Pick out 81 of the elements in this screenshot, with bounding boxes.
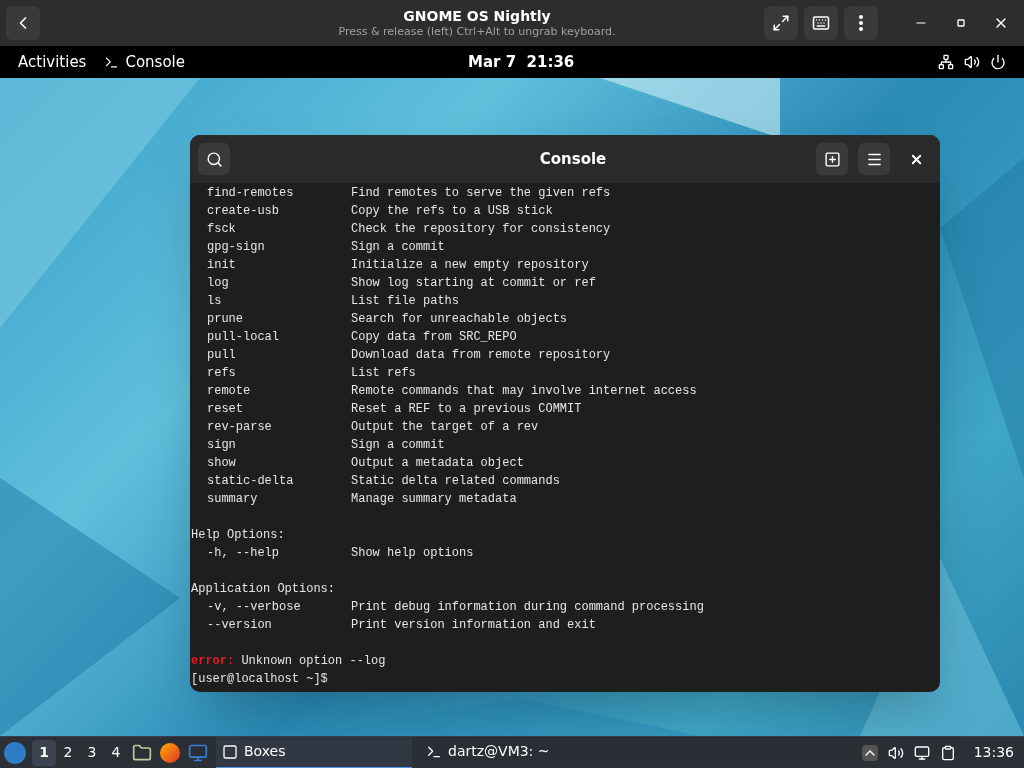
window-title: GNOME OS Nightly	[403, 7, 551, 25]
command-description: Sign a commit	[351, 239, 445, 256]
command-description: Sign a commit	[351, 437, 445, 454]
window-subtitle: Press & release (left) Ctrl+Alt to ungrab keyboard.	[338, 25, 616, 39]
monitor-icon	[188, 742, 208, 763]
command-name: ls	[207, 293, 223, 310]
command-name: pull	[207, 347, 237, 364]
workspace-button[interactable]: 2	[56, 739, 80, 766]
command-name: sign	[207, 437, 237, 454]
command-name: -h, --help	[207, 545, 280, 562]
command-name: pull-local	[207, 329, 280, 346]
command-description: Copy data from SRC_REPO	[351, 329, 517, 346]
command-name: reset	[207, 401, 244, 418]
command-description: Check the repository for consistency	[351, 221, 611, 238]
command-name: create-usb	[207, 203, 280, 220]
command-description: Manage summary metadata	[351, 491, 517, 508]
keyboard-icon	[812, 14, 830, 32]
command-name: rev-parse	[207, 419, 273, 436]
command-description: Show log starting at commit or ref	[351, 275, 596, 292]
command-name: remote	[207, 383, 252, 400]
command-description: Initialize a new empty repository	[351, 257, 589, 274]
command-name: refs	[207, 365, 237, 382]
workspace-button[interactable]: 1	[32, 739, 56, 766]
clock[interactable]: Mar 7 21:36	[468, 50, 575, 74]
search-icon	[205, 150, 223, 168]
command-name: --version	[207, 617, 273, 634]
command-description: Copy the refs to a USB stick	[351, 203, 553, 220]
command-description: Download data from remote repository	[351, 347, 611, 364]
expand-icon	[772, 14, 790, 32]
more-icon	[859, 15, 863, 31]
command-description: List refs	[351, 365, 416, 382]
command-name: find-remotes	[207, 185, 295, 202]
app-menu-label[interactable]: Console	[125, 50, 185, 74]
command-name: log	[207, 275, 230, 292]
command-description: Reset a REF to a previous COMMIT	[351, 401, 582, 418]
error-message: error: Unknown option --log	[191, 654, 386, 668]
workspace-button[interactable]: 4	[104, 739, 128, 766]
command-name: -v, --verbose	[207, 599, 302, 616]
section-heading: Application Options:	[191, 582, 336, 596]
command-name: show	[207, 455, 237, 472]
command-name: init	[207, 257, 237, 274]
command-name: summary	[207, 491, 259, 508]
section-heading: Help Options:	[191, 528, 285, 542]
command-name: prune	[207, 311, 244, 328]
command-description: Search for unreachable objects	[351, 311, 568, 328]
command-description: Output a metadata object	[351, 455, 524, 472]
command-description: Print version information and exit	[351, 617, 596, 634]
plus-icon	[823, 150, 841, 168]
volume-icon	[887, 744, 904, 761]
command-description: Show help options	[351, 545, 474, 562]
console-title: Console	[538, 148, 608, 170]
start-menu-button[interactable]	[4, 741, 26, 764]
task-button[interactable]: dartz@VM3: ~	[420, 736, 620, 768]
fullscreen-button[interactable]	[764, 6, 798, 40]
menu-button[interactable]	[844, 6, 878, 40]
command-name: gpg-sign	[207, 239, 266, 256]
search-button[interactable]	[198, 143, 230, 175]
taskbar-clock[interactable]: 13:36	[973, 742, 1014, 763]
shell-prompt: [user@localhost ~]$	[191, 672, 328, 686]
command-description: Static delta related commands	[351, 473, 560, 490]
workspace-button[interactable]: 3	[80, 739, 104, 766]
command-description: Output the target of a rev	[351, 419, 539, 436]
task-button[interactable]: Boxes	[216, 736, 412, 768]
tray-expand-icon	[861, 744, 878, 761]
command-name: fsck	[207, 221, 237, 238]
power-icon	[990, 54, 1006, 70]
main-menu-button[interactable]	[858, 143, 890, 175]
volume-icon	[964, 54, 980, 70]
terminal-icon	[104, 54, 120, 70]
maximize-icon	[957, 19, 965, 27]
new-tab-button[interactable]	[816, 143, 848, 175]
command-description: List file paths	[351, 293, 460, 310]
command-description: Remote commands that may involve internet access	[351, 383, 697, 400]
clipboard-icon	[939, 744, 956, 761]
command-name: static-delta	[207, 473, 295, 490]
activities-button[interactable]: Activities	[18, 50, 87, 74]
keyboard-button[interactable]	[804, 6, 838, 40]
command-description: Print debug information during command processing	[351, 599, 704, 616]
folder-icon	[132, 742, 152, 763]
command-description: Find remotes to serve the given refs	[351, 185, 611, 202]
square-icon	[222, 743, 238, 760]
